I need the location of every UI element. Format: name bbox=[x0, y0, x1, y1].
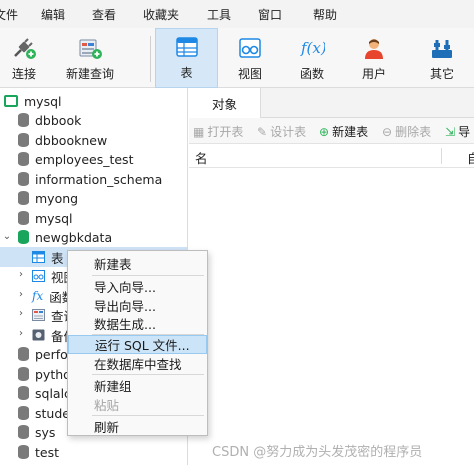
menu-view[interactable]: 查看 bbox=[92, 6, 116, 23]
function-button[interactable]: f(x) 函数 bbox=[284, 28, 340, 88]
database-icon bbox=[18, 152, 29, 166]
connection-mysql[interactable]: mysql bbox=[4, 91, 62, 111]
user-button[interactable]: 用户 bbox=[346, 28, 402, 88]
database-item[interactable]: mysql bbox=[18, 208, 73, 228]
collapse-chevron-icon[interactable]: ⌄ bbox=[2, 231, 12, 242]
pencil-icon: ✎ bbox=[257, 124, 268, 139]
menu-file[interactable]: 文件 bbox=[0, 6, 18, 23]
menu-bar: 文件 编辑 查看 收藏夹 工具 窗口 帮助 bbox=[0, 0, 474, 28]
database-icon bbox=[18, 172, 29, 186]
database-item[interactable]: dbbooknew bbox=[18, 130, 107, 150]
menu-item-refresh[interactable]: 刷新 bbox=[68, 417, 207, 436]
context-menu: 新建表 导入向导... 导出向导... 数据生成... 运行 SQL 文件...… bbox=[67, 250, 208, 436]
new-query-button[interactable]: 新建查询 bbox=[58, 28, 122, 88]
database-item[interactable]: pytho bbox=[18, 364, 71, 384]
menu-item-find-in-database[interactable]: 在数据库中查找 bbox=[68, 354, 207, 373]
view-icon bbox=[32, 270, 45, 282]
svg-text:f(x): f(x) bbox=[300, 39, 325, 57]
backup-icon bbox=[32, 329, 45, 341]
database-item[interactable]: dbbook bbox=[18, 110, 81, 130]
function-icon: fx bbox=[32, 289, 44, 303]
function-icon: f(x) bbox=[298, 35, 326, 61]
column-divider bbox=[441, 148, 442, 164]
expand-chevron-icon[interactable]: › bbox=[16, 269, 26, 280]
menu-separator bbox=[92, 374, 204, 375]
column-header-auto[interactable]: 自 bbox=[467, 148, 474, 167]
tab-objects[interactable]: 对象 bbox=[189, 88, 261, 118]
query-icon bbox=[32, 309, 45, 321]
new-table-button[interactable]: ⊕ 新建表 bbox=[319, 123, 368, 140]
database-item[interactable]: information_schema bbox=[18, 169, 162, 189]
tools-icon bbox=[428, 35, 456, 61]
menu-item-paste[interactable]: 粘贴 bbox=[68, 395, 207, 414]
delete-table-button[interactable]: ⊖ 删除表 bbox=[382, 123, 431, 140]
view-button[interactable]: 视图 bbox=[222, 28, 278, 88]
menu-item-export-wizard[interactable]: 导出向导... bbox=[68, 296, 207, 315]
main-toolbar: 连接 新建查询 表 视图 f(x) 函数 用户 其它 bbox=[0, 28, 474, 88]
connect-plug-icon bbox=[10, 35, 38, 61]
table-icon bbox=[32, 251, 45, 263]
delete-icon: ⊖ bbox=[382, 124, 393, 139]
tab-bar: 对象 bbox=[189, 88, 474, 118]
database-icon bbox=[18, 133, 29, 147]
database-icon bbox=[18, 445, 29, 459]
expand-chevron-icon[interactable]: › bbox=[16, 308, 26, 319]
connection-icon bbox=[4, 95, 18, 107]
open-table-button[interactable]: ▦ 打开表 bbox=[193, 123, 243, 140]
import-icon: ⇲ bbox=[445, 124, 456, 139]
database-item[interactable]: myong bbox=[18, 188, 78, 208]
database-icon bbox=[18, 425, 29, 439]
database-item-open[interactable]: newgbkdata bbox=[18, 227, 112, 247]
database-item[interactable]: sqlalc bbox=[18, 383, 71, 403]
toolbar-separator bbox=[150, 36, 151, 82]
view-icon bbox=[236, 35, 264, 61]
object-toolbar: ▦ 打开表 ✎ 设计表 ⊕ 新建表 ⊖ 删除表 ⇲ 导 bbox=[189, 118, 474, 144]
column-header-name[interactable]: 名 bbox=[195, 148, 208, 167]
object-list-header: 名 自 bbox=[189, 144, 474, 168]
database-item[interactable]: employees_test bbox=[18, 149, 133, 169]
database-item[interactable]: perfo bbox=[18, 344, 68, 364]
menu-separator bbox=[92, 275, 204, 276]
tree-item-tables[interactable]: 表 bbox=[32, 247, 64, 267]
menu-item-import-wizard[interactable]: 导入向导... bbox=[68, 277, 207, 296]
database-icon bbox=[18, 386, 29, 400]
database-icon bbox=[18, 191, 29, 205]
database-icon bbox=[18, 113, 29, 127]
database-icon bbox=[18, 347, 29, 361]
menu-item-data-generation[interactable]: 数据生成... bbox=[68, 314, 207, 333]
expand-chevron-icon[interactable]: › bbox=[16, 328, 26, 339]
table-icon bbox=[173, 34, 201, 60]
database-open-icon bbox=[18, 230, 29, 244]
database-icon bbox=[18, 211, 29, 225]
import-export-button[interactable]: ⇲ 导 bbox=[445, 123, 470, 140]
menu-favorites[interactable]: 收藏夹 bbox=[143, 6, 179, 23]
watermark-text: CSDN @努力成为头发茂密的程序员 bbox=[212, 445, 423, 460]
menu-tools[interactable]: 工具 bbox=[207, 6, 231, 23]
menu-item-new-group[interactable]: 新建组 bbox=[68, 376, 207, 395]
user-icon bbox=[360, 35, 388, 61]
connect-button[interactable]: 连接 bbox=[2, 28, 46, 88]
menu-window[interactable]: 窗口 bbox=[258, 6, 282, 23]
database-icon bbox=[18, 367, 29, 381]
database-icon bbox=[18, 406, 29, 420]
table-button[interactable]: 表 bbox=[155, 28, 218, 88]
menu-separator bbox=[92, 415, 204, 416]
database-item[interactable]: sys bbox=[18, 422, 55, 442]
menu-item-run-sql-file[interactable]: 运行 SQL 文件... bbox=[68, 335, 207, 354]
menu-item-new-table[interactable]: 新建表 bbox=[68, 254, 207, 273]
new-query-icon bbox=[76, 35, 104, 61]
database-item[interactable]: stude bbox=[18, 403, 70, 423]
menu-help[interactable]: 帮助 bbox=[313, 6, 337, 23]
open-table-icon: ▦ bbox=[193, 124, 205, 139]
other-tools-button[interactable]: 其它 bbox=[414, 28, 470, 88]
menu-edit[interactable]: 编辑 bbox=[41, 6, 65, 23]
expand-chevron-icon[interactable]: › bbox=[16, 289, 26, 300]
design-table-button[interactable]: ✎ 设计表 bbox=[257, 123, 306, 140]
add-icon: ⊕ bbox=[319, 124, 330, 139]
database-item[interactable]: test bbox=[18, 442, 59, 462]
